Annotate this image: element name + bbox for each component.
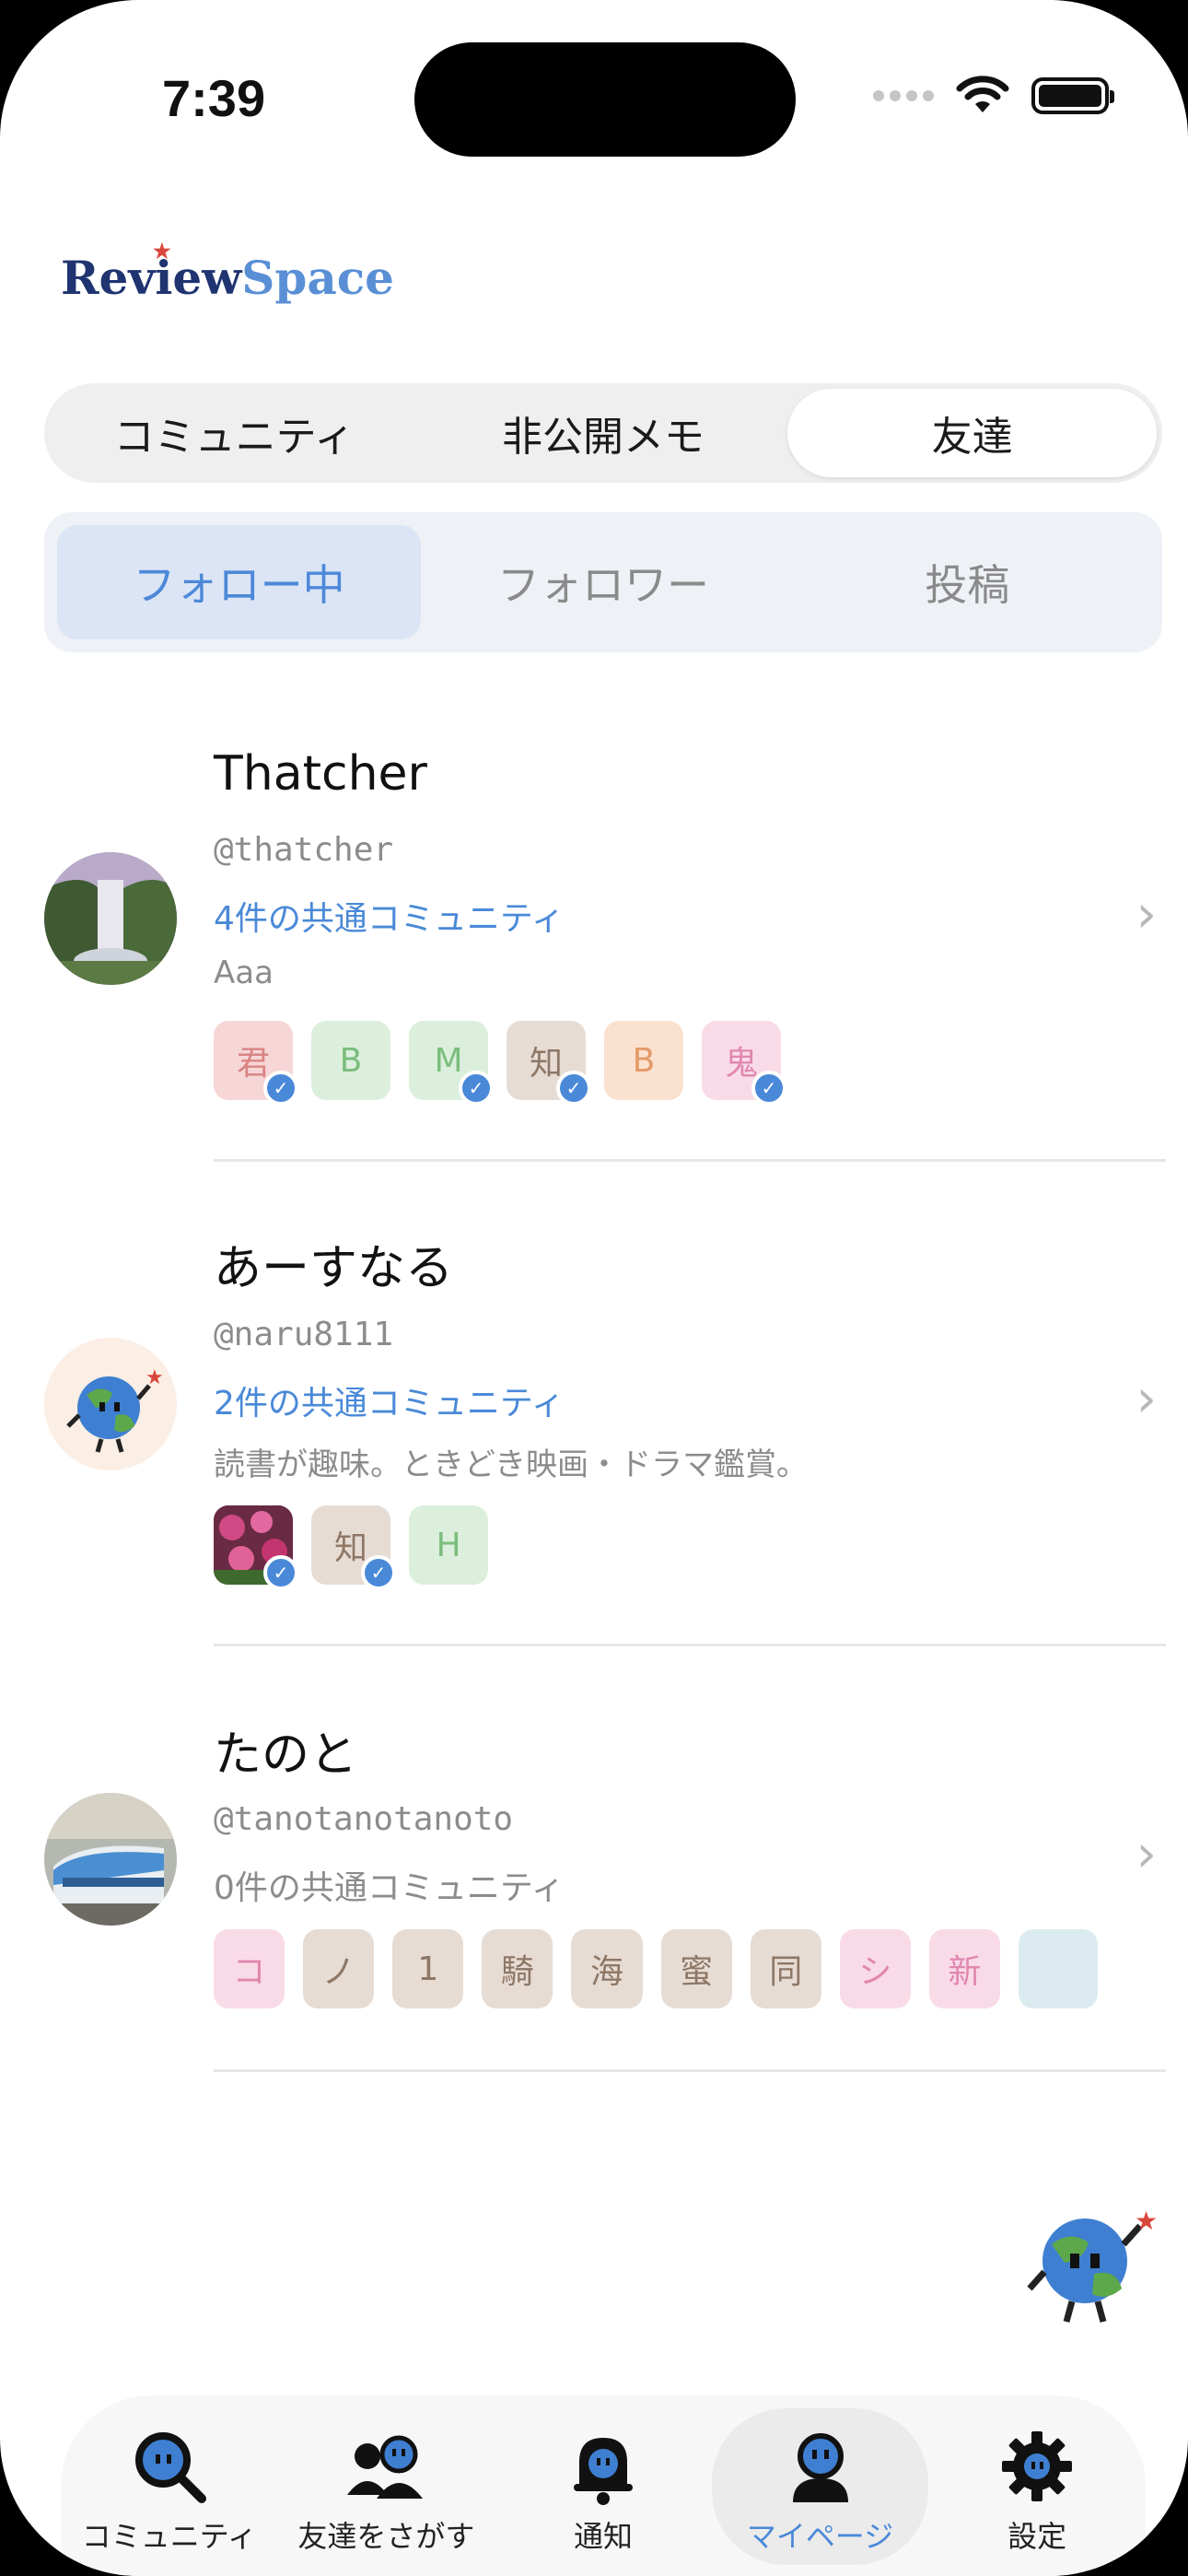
chevron-right-icon[interactable]: › bbox=[1136, 1824, 1157, 1884]
segment-community[interactable]: コミュニティ bbox=[50, 389, 419, 477]
status-icons bbox=[873, 76, 1114, 116]
status-time: 7:39 bbox=[162, 69, 266, 127]
community-badge[interactable]: 君 ✓ bbox=[214, 1021, 298, 1106]
cellular-signal-icon bbox=[873, 90, 934, 101]
bottom-tab-bar: コミュニティ 友達をさがす 通知 マイページ 設定 bbox=[61, 2395, 1146, 2576]
gear-icon bbox=[993, 2425, 1081, 2508]
tab-settings[interactable]: 設定 bbox=[928, 2408, 1146, 2565]
community-badge[interactable]: コ bbox=[214, 1929, 285, 2008]
community-badge[interactable]: B bbox=[604, 1021, 683, 1100]
subtab-followers[interactable]: フォロワー bbox=[421, 525, 785, 639]
chevron-right-icon[interactable]: › bbox=[1136, 1369, 1157, 1429]
tab-find-friends[interactable]: 友達をさがす bbox=[278, 2408, 495, 2565]
user-bio: Aaa bbox=[214, 954, 274, 991]
community-badge[interactable]: シ bbox=[839, 1929, 911, 2008]
floating-mascot-button[interactable]: ★ bbox=[1024, 2202, 1162, 2331]
verified-check-icon: ✓ bbox=[361, 1555, 396, 1590]
logo-star-icon: ★ bbox=[153, 240, 171, 263]
app-screen: 7:39 ReviewSpace ★ コミュニティ 非公開メモ 友達 フォロー中… bbox=[0, 0, 1188, 2576]
community-badge-photo[interactable]: ✓ bbox=[214, 1505, 298, 1590]
community-badge[interactable]: 1 bbox=[392, 1929, 464, 2008]
svg-text:★: ★ bbox=[1135, 2206, 1158, 2236]
common-communities[interactable]: 2件の共通コミュニティ bbox=[214, 1376, 565, 1424]
avatar-earth-mascot: ★ bbox=[44, 1338, 177, 1470]
mypage-icon bbox=[776, 2425, 865, 2508]
community-badges: 君 ✓ B M ✓ 知 ✓ B 鬼 ✓ bbox=[214, 1021, 786, 1106]
tab-mypage[interactable]: マイページ bbox=[711, 2408, 929, 2565]
dynamic-island bbox=[414, 42, 796, 157]
common-communities[interactable]: 0件の共通コミュニティ bbox=[214, 1861, 565, 1909]
verified-check-icon: ✓ bbox=[751, 1071, 786, 1106]
bell-icon bbox=[559, 2425, 647, 2508]
user-handle: @tanotanotanoto bbox=[214, 1800, 514, 1838]
user-name: あーすなる bbox=[214, 1241, 454, 1296]
svg-text:★: ★ bbox=[146, 1366, 164, 1389]
segment-private-memo[interactable]: 非公開メモ bbox=[419, 389, 788, 477]
search-mascot-icon bbox=[125, 2425, 214, 2508]
verified-check-icon: ✓ bbox=[263, 1071, 298, 1106]
tab-community[interactable]: コミュニティ bbox=[61, 2408, 278, 2565]
battery-icon bbox=[1031, 77, 1114, 114]
tab-notifications[interactable]: 通知 bbox=[495, 2408, 712, 2565]
common-communities[interactable]: 4件の共通コミュニティ bbox=[214, 892, 565, 940]
chevron-right-icon[interactable]: › bbox=[1136, 884, 1157, 944]
subtab-following[interactable]: フォロー中 bbox=[57, 525, 422, 639]
subtab-posts[interactable]: 投稿 bbox=[786, 525, 1149, 639]
verified-check-icon: ✓ bbox=[459, 1071, 494, 1106]
community-badge[interactable]: 新 bbox=[928, 1929, 1000, 2008]
wifi-icon bbox=[956, 76, 1009, 112]
community-badges: ✓ 知 ✓ H bbox=[214, 1505, 488, 1590]
friends-icon bbox=[342, 2425, 430, 2508]
community-badge[interactable]: 同 bbox=[750, 1929, 821, 2008]
verified-check-icon: ✓ bbox=[263, 1555, 298, 1590]
community-badge[interactable]: M ✓ bbox=[409, 1021, 494, 1106]
community-badge-partial[interactable] bbox=[1018, 1929, 1098, 2008]
top-segment-control: コミュニティ 非公開メモ 友達 bbox=[44, 383, 1162, 483]
friends-subsegment-control: フォロー中 フォロワー 投稿 bbox=[44, 512, 1162, 652]
user-name: Thatcher bbox=[214, 746, 427, 802]
community-badge[interactable]: B bbox=[311, 1021, 390, 1100]
segment-friends[interactable]: 友達 bbox=[787, 389, 1158, 477]
user-name: たのと bbox=[214, 1727, 358, 1783]
community-badge[interactable]: 鬼 ✓ bbox=[702, 1021, 786, 1106]
app-logo: ReviewSpace ★ bbox=[61, 240, 394, 305]
community-badge[interactable]: 知 ✓ bbox=[507, 1021, 591, 1106]
community-badge[interactable]: 騎 bbox=[482, 1929, 553, 2008]
community-badge[interactable]: 海 bbox=[571, 1929, 643, 2008]
community-badges: コ ノ 1 騎 海 蜜 同 シ 新 bbox=[214, 1929, 1098, 2008]
community-badge[interactable]: 知 ✓ bbox=[311, 1505, 396, 1590]
divider bbox=[214, 2069, 1166, 2072]
community-badge[interactable]: 蜜 bbox=[660, 1929, 732, 2008]
user-handle: @thatcher bbox=[214, 831, 394, 869]
avatar-train-photo bbox=[44, 1793, 177, 1926]
divider bbox=[214, 1159, 1166, 1162]
community-badge[interactable]: H bbox=[409, 1505, 488, 1585]
community-badge[interactable]: ノ bbox=[303, 1929, 375, 2008]
user-handle: @naru8111 bbox=[214, 1316, 394, 1353]
user-bio: 読書が趣味。ときどき映画・ドラマ鑑賞。 bbox=[214, 1446, 808, 1483]
divider bbox=[214, 1644, 1166, 1646]
avatar-waterfall bbox=[44, 852, 177, 985]
verified-check-icon: ✓ bbox=[556, 1071, 591, 1106]
